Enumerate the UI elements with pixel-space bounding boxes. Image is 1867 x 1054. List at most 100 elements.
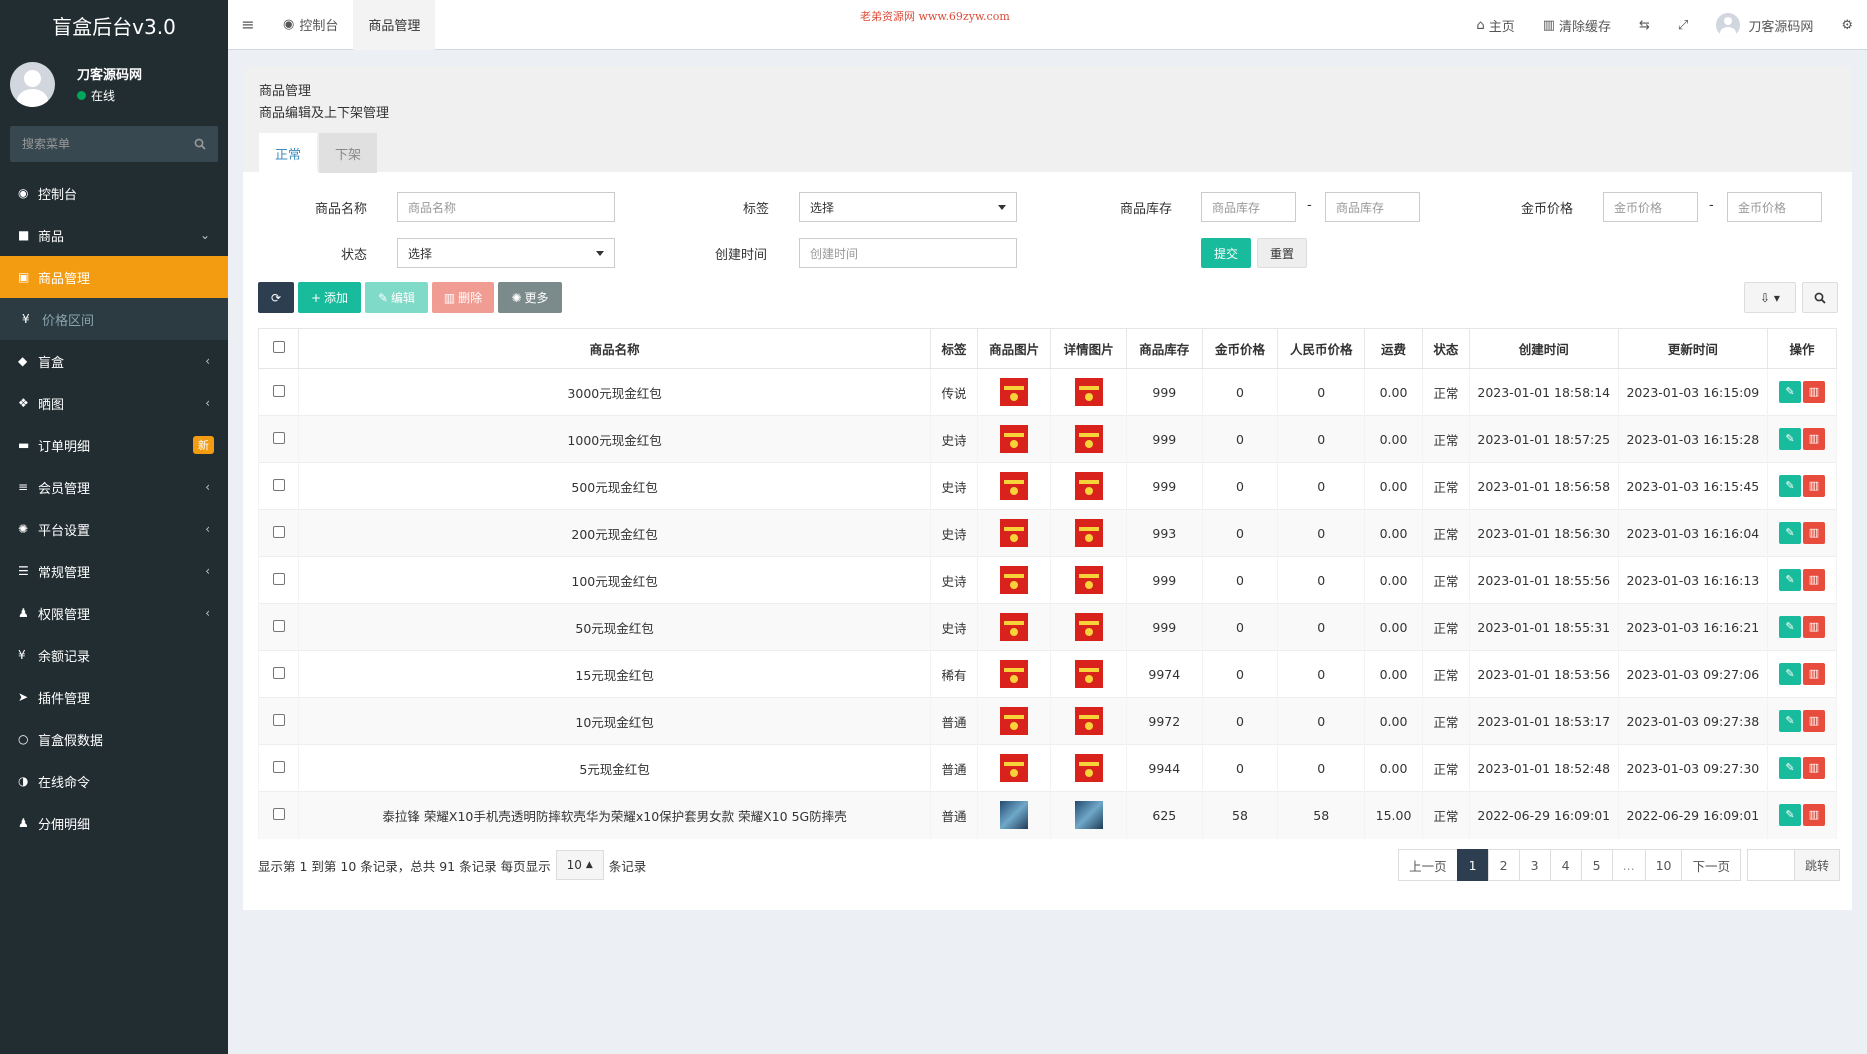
table-search-button[interactable] bbox=[1802, 282, 1838, 313]
row-checkbox[interactable] bbox=[272, 572, 285, 585]
goods-thumbnail[interactable] bbox=[1000, 425, 1029, 453]
row-checkbox[interactable] bbox=[272, 525, 285, 538]
detail-thumbnail[interactable] bbox=[1074, 801, 1103, 830]
next-page-button[interactable]: 下一页 bbox=[1681, 849, 1741, 881]
tab-normal[interactable]: 正常 bbox=[259, 133, 318, 173]
sidebar-item-14[interactable]: ◑ 在线命令 bbox=[0, 760, 228, 802]
tab-off-shelf[interactable]: 下架 bbox=[319, 133, 378, 173]
translate-button[interactable]: ⇆ bbox=[1625, 18, 1664, 33]
row-delete-icon[interactable]: ▥ bbox=[1802, 569, 1825, 591]
stock-min-input[interactable]: 商品库存 bbox=[1201, 192, 1296, 222]
name-filter-input[interactable]: 商品名称 bbox=[397, 192, 615, 222]
sidebar-item-8[interactable]: ✺ 平台设置 ‹ bbox=[0, 508, 228, 550]
sidebar-item-4[interactable]: ◆ 盲盒 ‹ bbox=[0, 340, 228, 382]
sidebar-item-6[interactable]: ▬ 订单明细 新 bbox=[0, 424, 228, 466]
sidebar-item-2[interactable]: ▣ 商品管理 bbox=[0, 256, 228, 298]
sidebar-item-12[interactable]: ➤ 插件管理 bbox=[0, 676, 228, 718]
detail-thumbnail[interactable] bbox=[1074, 472, 1103, 500]
tag-filter-select[interactable]: 选择 bbox=[799, 192, 1017, 222]
row-checkbox[interactable] bbox=[272, 666, 285, 679]
add-button[interactable]: + 添加 bbox=[298, 282, 361, 313]
goods-thumbnail[interactable] bbox=[1000, 801, 1029, 830]
row-edit-icon[interactable]: ✎ bbox=[1778, 381, 1801, 403]
coin-max-input[interactable]: 金币价格 bbox=[1727, 192, 1822, 222]
row-delete-icon[interactable]: ▥ bbox=[1802, 428, 1825, 450]
sidebar-item-13[interactable]: ○ 盲盒假数据 bbox=[0, 718, 228, 760]
goods-thumbnail[interactable] bbox=[1000, 660, 1029, 688]
search-icon[interactable] bbox=[194, 138, 206, 150]
user-menu[interactable]: 刀客源码网 bbox=[1702, 13, 1827, 37]
row-delete-icon[interactable]: ▥ bbox=[1802, 475, 1825, 497]
settings-button[interactable]: ⚙ bbox=[1827, 18, 1867, 33]
row-edit-icon[interactable]: ✎ bbox=[1778, 616, 1801, 638]
page-jump-button[interactable]: 跳转 bbox=[1793, 849, 1840, 881]
app-logo[interactable]: 盲盒后台v3.0 bbox=[0, 0, 228, 50]
row-delete-icon[interactable]: ▥ bbox=[1802, 663, 1825, 685]
export-button[interactable]: ⇩ ▾ bbox=[1744, 282, 1796, 313]
row-checkbox[interactable] bbox=[272, 807, 285, 820]
sidebar-item-5[interactable]: ❖ 晒图 ‹ bbox=[0, 382, 228, 424]
row-delete-icon[interactable]: ▥ bbox=[1802, 381, 1825, 403]
sidebar-item-9[interactable]: ☰ 常规管理 ‹ bbox=[0, 550, 228, 592]
row-edit-icon[interactable]: ✎ bbox=[1778, 757, 1801, 779]
goods-thumbnail[interactable] bbox=[1000, 519, 1029, 547]
row-checkbox[interactable] bbox=[272, 619, 285, 632]
sidebar-item-10[interactable]: ♟ 权限管理 ‹ bbox=[0, 592, 228, 634]
stock-max-input[interactable]: 商品库存 bbox=[1325, 192, 1420, 222]
tab-dashboard[interactable]: ◉ 控制台 bbox=[268, 0, 353, 50]
goods-thumbnail[interactable] bbox=[1000, 566, 1029, 594]
sidebar-item-1[interactable]: ■ 商品 ⌄ bbox=[0, 214, 228, 256]
menu-toggle-icon[interactable]: ≡ bbox=[228, 15, 268, 34]
goods-thumbnail[interactable] bbox=[1000, 378, 1029, 406]
select-all-checkbox[interactable] bbox=[272, 341, 285, 353]
detail-thumbnail[interactable] bbox=[1074, 519, 1103, 547]
page-size-select[interactable]: 10 ▲ bbox=[555, 850, 604, 880]
row-edit-icon[interactable]: ✎ bbox=[1778, 663, 1801, 685]
sidebar-item-15[interactable]: ♟ 分佣明细 bbox=[0, 802, 228, 844]
submit-button[interactable]: 提交 bbox=[1201, 238, 1251, 268]
sidebar-item-0[interactable]: ◉ 控制台 bbox=[0, 172, 228, 214]
sidebar-item-11[interactable]: ¥ 余额记录 bbox=[0, 634, 228, 676]
sidebar-item-7[interactable]: ≡ 会员管理 ‹ bbox=[0, 466, 228, 508]
row-checkbox[interactable] bbox=[272, 384, 285, 397]
row-checkbox[interactable] bbox=[272, 478, 285, 491]
row-delete-icon[interactable]: ▥ bbox=[1802, 804, 1825, 827]
home-link[interactable]: ⌂ 主页 bbox=[1462, 16, 1528, 35]
page-button-4[interactable]: 4 bbox=[1549, 849, 1582, 881]
page-button-5[interactable]: 5 bbox=[1580, 849, 1613, 881]
more-button[interactable]: ✺ 更多 bbox=[498, 282, 562, 313]
row-delete-icon[interactable]: ▥ bbox=[1802, 522, 1825, 544]
row-checkbox[interactable] bbox=[272, 760, 285, 773]
page-button-2[interactable]: 2 bbox=[1487, 849, 1520, 881]
page-button-10[interactable]: 10 bbox=[1644, 849, 1683, 881]
detail-thumbnail[interactable] bbox=[1074, 754, 1103, 782]
goods-thumbnail[interactable] bbox=[1000, 472, 1029, 500]
goods-thumbnail[interactable] bbox=[1000, 707, 1029, 735]
prev-page-button[interactable]: 上一页 bbox=[1398, 849, 1458, 881]
status-filter-select[interactable]: 选择 bbox=[397, 238, 615, 268]
detail-thumbnail[interactable] bbox=[1074, 425, 1103, 453]
row-edit-icon[interactable]: ✎ bbox=[1778, 428, 1801, 450]
goods-thumbnail[interactable] bbox=[1000, 754, 1029, 782]
delete-button[interactable]: ▥ 删除 bbox=[432, 282, 494, 313]
goods-thumbnail[interactable] bbox=[1000, 613, 1029, 641]
row-edit-icon[interactable]: ✎ bbox=[1778, 569, 1801, 591]
sidebar-item-3[interactable]: ¥ 价格区间 bbox=[0, 298, 228, 340]
tab-goods-management[interactable]: 商品管理 bbox=[353, 0, 436, 50]
page-button-3[interactable]: 3 bbox=[1518, 849, 1551, 881]
detail-thumbnail[interactable] bbox=[1074, 613, 1103, 641]
fullscreen-button[interactable]: ⤢ bbox=[1664, 18, 1702, 33]
row-edit-icon[interactable]: ✎ bbox=[1778, 804, 1801, 827]
row-delete-icon[interactable]: ▥ bbox=[1802, 757, 1825, 779]
created-time-input[interactable]: 创建时间 bbox=[799, 238, 1017, 268]
page-button-1[interactable]: 1 bbox=[1456, 849, 1489, 881]
row-checkbox[interactable] bbox=[272, 431, 285, 444]
detail-thumbnail[interactable] bbox=[1074, 707, 1103, 735]
row-edit-icon[interactable]: ✎ bbox=[1778, 710, 1801, 732]
row-edit-icon[interactable]: ✎ bbox=[1778, 522, 1801, 544]
menu-search-input[interactable] bbox=[22, 137, 182, 151]
edit-button[interactable]: ✎ 编辑 bbox=[365, 282, 428, 313]
detail-thumbnail[interactable] bbox=[1074, 566, 1103, 594]
row-delete-icon[interactable]: ▥ bbox=[1802, 710, 1825, 732]
reset-button[interactable]: 重置 bbox=[1257, 238, 1307, 268]
